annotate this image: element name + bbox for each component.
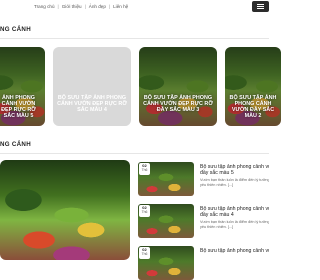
gallery-card[interactable]: BỘ SƯU TẬP ẢNH PHONG CẢNH VƯỜN ĐẸP RỰC R…: [53, 47, 131, 126]
nav-separator: |: [84, 4, 86, 9]
gallery-card-title: BỘ SƯU TẬP ẢNH PHONG CẢNH VƯỜN ĐẸP RỰC R…: [143, 95, 213, 113]
post-title[interactable]: Bộ sưu tập ảnh phong cảnh vườn: [200, 248, 269, 254]
gallery-card-title: BỘ SƯU TẬP ẢNH PHONG CẢNH VƯỜN ĐẦY SẮC M…: [229, 95, 277, 119]
gallery-card-title: ẢNH PHONG CẢNH VƯỜN ĐẸP RỰC RỠ SẮC MÀU 5: [1, 95, 36, 119]
top-navbar: Trang chủ | Giới thiệu | Ảnh đẹp | Liên …: [0, 0, 269, 19]
section-title-posts: NG CẢNH: [0, 141, 31, 148]
post-item[interactable]: 02 Th6 Bộ sưu tập ảnh phong cảnh vườn đầ…: [138, 204, 269, 238]
nav-item-about[interactable]: Giới thiệu: [62, 4, 82, 9]
gallery-card-title: BỘ SƯU TẬP ẢNH PHONG CẢNH VƯỜN ĐẸP RỰC R…: [57, 95, 127, 113]
post-excerpt: Vườn bạn thân luôn là điểm đến lý tưởng …: [200, 220, 269, 230]
nav-separator: |: [57, 4, 59, 9]
post-item[interactable]: 02 Th6 Bộ sưu tập ảnh phong cảnh vườn đầ…: [138, 162, 269, 196]
post-excerpt: Vườn bạn thân luôn là điểm đến lý tưởng …: [200, 178, 269, 188]
nav-item-contact[interactable]: Liên hệ: [113, 4, 128, 9]
featured-post-image[interactable]: [0, 160, 130, 260]
menu-toggle-button[interactable]: [252, 1, 269, 12]
nav-separator: |: [108, 4, 111, 9]
post-title[interactable]: Bộ sưu tập ảnh phong cảnh vườn đầy sắc m…: [200, 206, 269, 219]
date-badge: 02 Th6: [139, 205, 150, 217]
main-nav: Trang chủ | Giới thiệu | Ảnh đẹp | Liên …: [34, 4, 128, 9]
post-item[interactable]: 02 Th6 Bộ sưu tập ảnh phong cảnh vườn: [138, 246, 269, 280]
section-divider: [0, 153, 269, 154]
post-thumbnail[interactable]: 02 Th6: [138, 162, 194, 196]
nav-item-home[interactable]: Trang chủ: [34, 4, 55, 9]
post-thumbnail[interactable]: 02 Th6: [138, 246, 194, 280]
date-badge: 02 Th6: [139, 163, 150, 175]
section-divider: [0, 38, 269, 39]
nav-item-gallery[interactable]: Ảnh đẹp: [89, 4, 106, 9]
section-title-gallery: NG CẢNH: [0, 26, 31, 33]
post-thumbnail[interactable]: 02 Th6: [138, 204, 194, 238]
gallery-card[interactable]: BỘ SƯU TẬP ẢNH PHONG CẢNH VƯỜN ĐẸP RỰC R…: [139, 47, 217, 126]
gallery-card[interactable]: BỘ SƯU TẬP ẢNH PHONG CẢNH VƯỜN ĐẦY SẮC M…: [225, 47, 281, 126]
date-badge: 02 Th6: [139, 247, 150, 259]
gallery-card[interactable]: ẢNH PHONG CẢNH VƯỜN ĐẸP RỰC RỠ SẮC MÀU 5: [0, 47, 45, 126]
post-title[interactable]: Bộ sưu tập ảnh phong cảnh vườn đầy sắc m…: [200, 164, 269, 177]
